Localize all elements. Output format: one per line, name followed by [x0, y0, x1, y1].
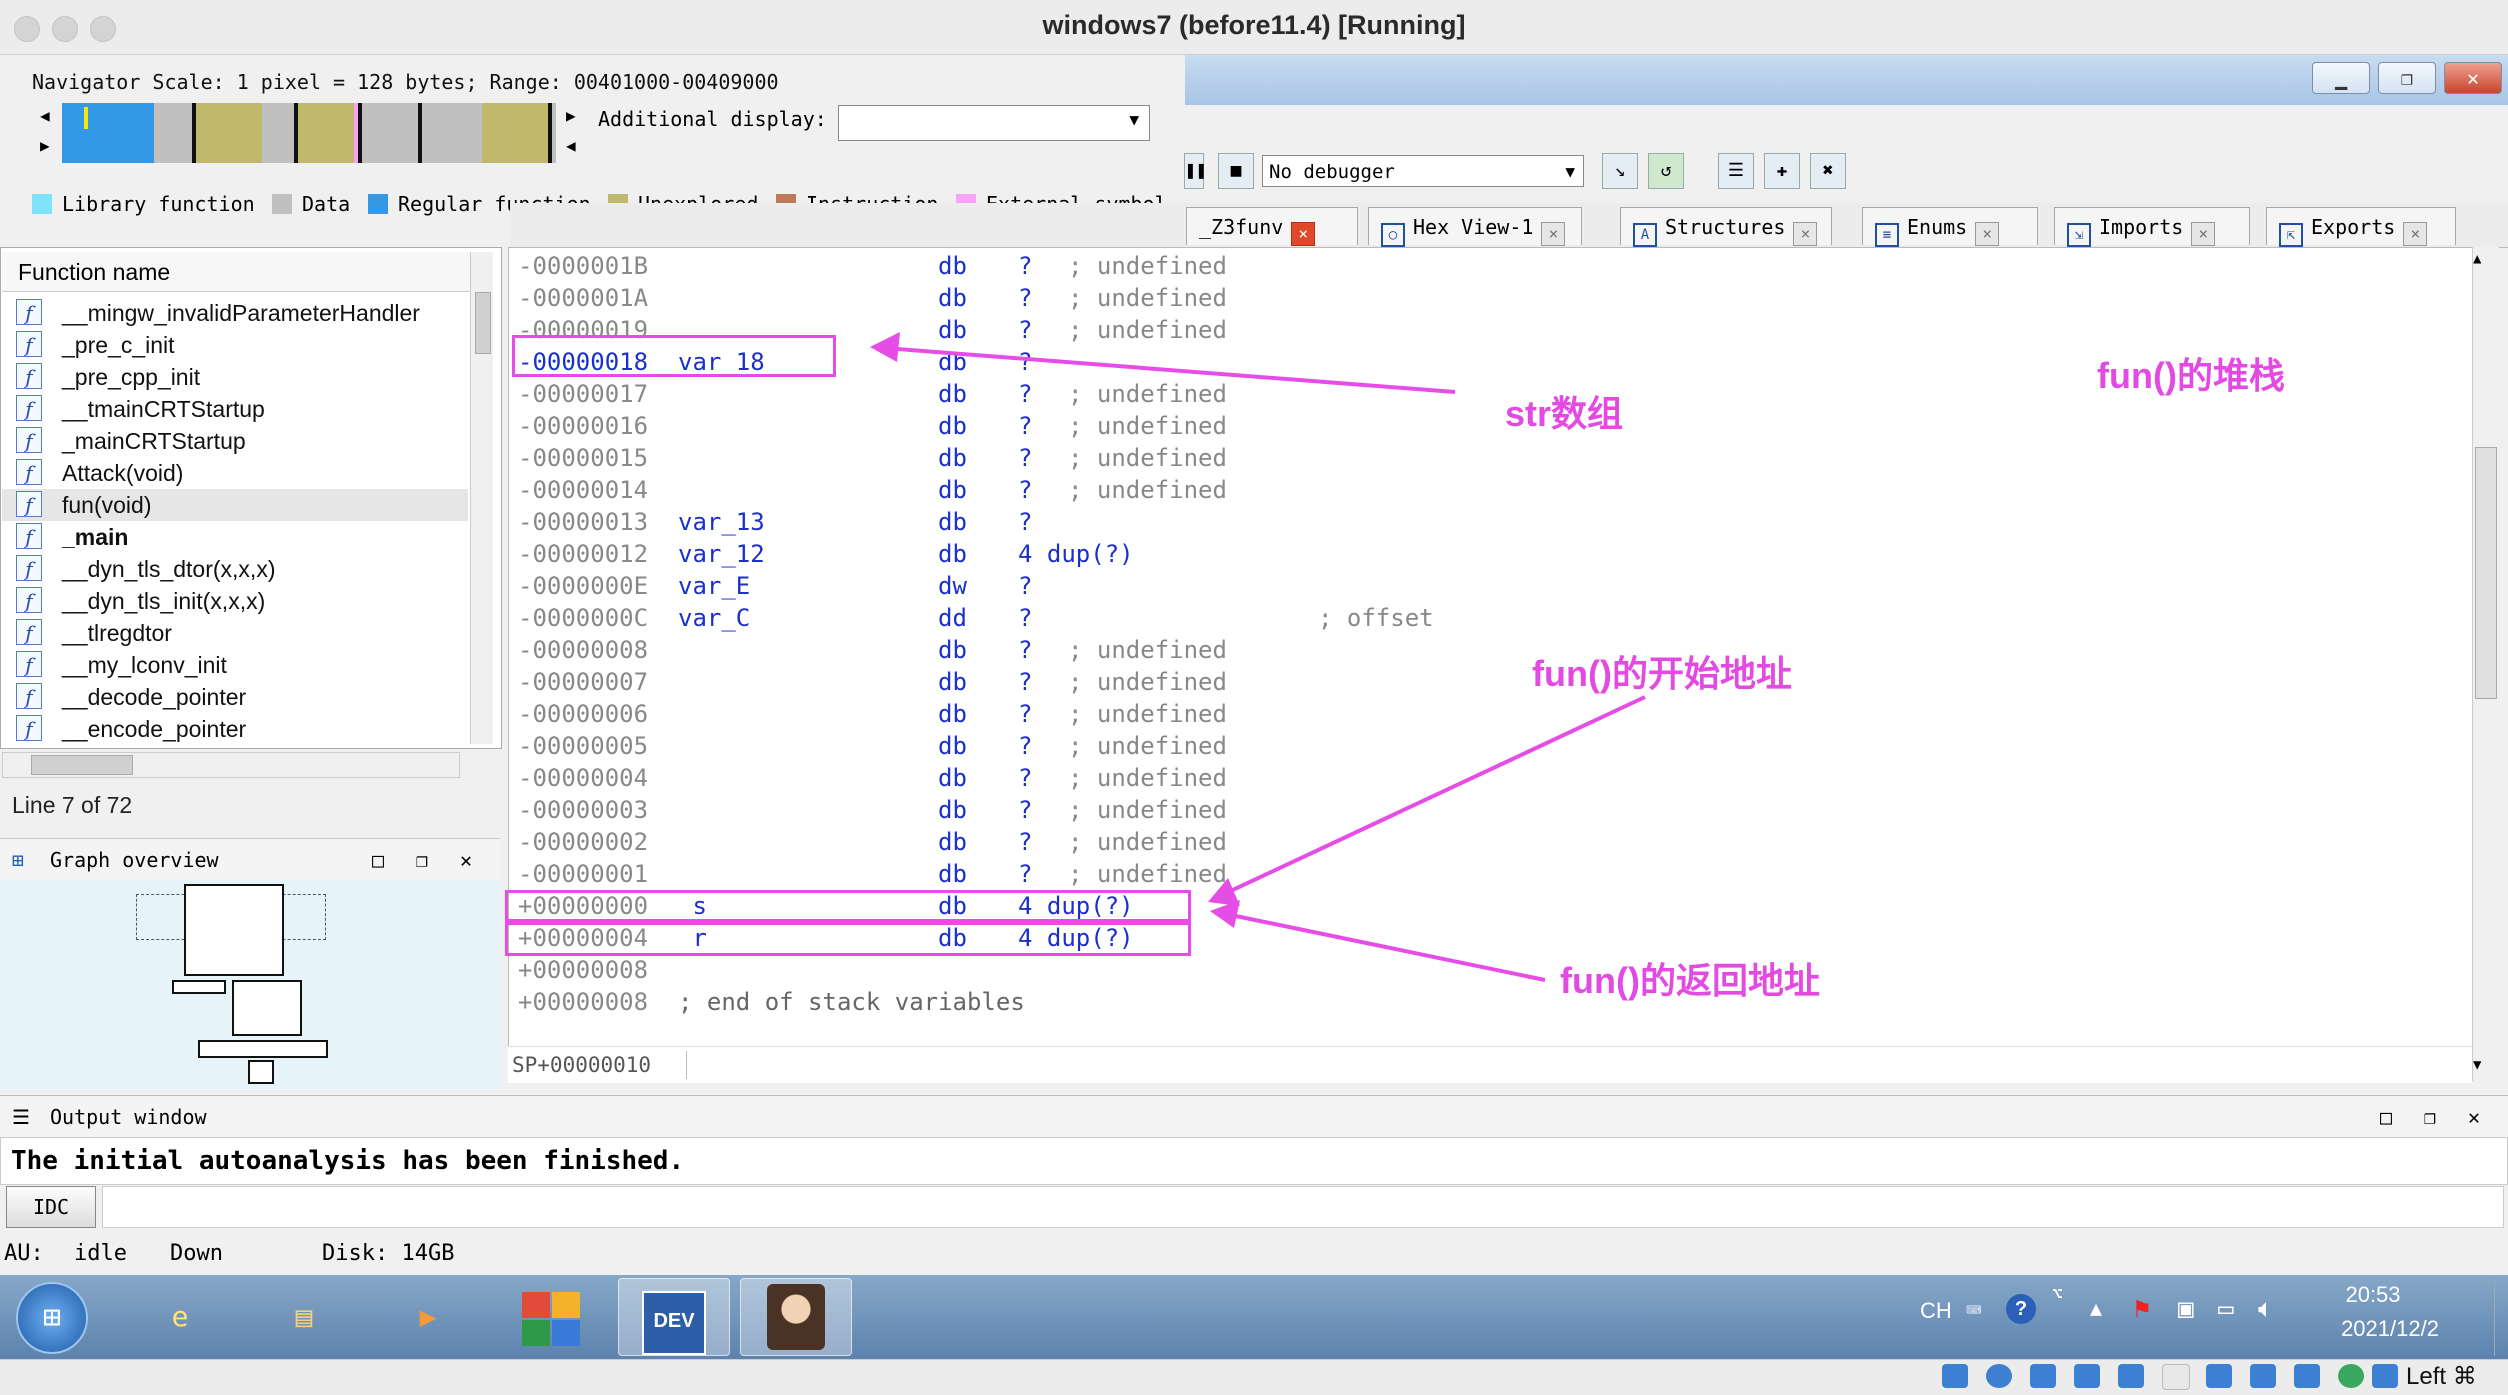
clock-date[interactable]: 2021/12/2	[2330, 1316, 2450, 1342]
vbox-audio-icon[interactable]	[2030, 1364, 2056, 1388]
file-explorer-icon[interactable]: ▤	[248, 1278, 360, 1356]
media-player-icon[interactable]: ▶	[372, 1278, 484, 1356]
keyboard-icon[interactable]: ⌨	[1966, 1296, 1982, 1326]
arrow-fun-start	[1221, 695, 1646, 897]
vbox-display-icon[interactable]	[2206, 1364, 2232, 1388]
annotation-str-array: str数组	[1505, 393, 1624, 434]
annotation-fun-return: fun()的返回地址	[1560, 960, 1820, 1001]
maximize-icon[interactable]: □	[2380, 1096, 2392, 1138]
device-icon[interactable]: ▣	[2178, 1294, 2194, 1324]
status-disk: Disk: 14GB	[322, 1241, 455, 1266]
idc-command-input[interactable]	[102, 1186, 2504, 1228]
arrow-str-array	[883, 346, 1456, 394]
ime-settings-icon[interactable]: ⌥	[2052, 1284, 2063, 1305]
annotation-fun-start: fun()的开始地址	[1532, 653, 1792, 694]
output-window-icon: ☰	[12, 1105, 30, 1129]
vbox-keyboard-icon[interactable]	[2372, 1364, 2398, 1388]
ida-status-bar: AU: idle Down Disk: 14GB	[0, 1236, 2508, 1272]
help-icon[interactable]: ?	[2006, 1294, 2036, 1324]
close-icon[interactable]: ✕	[2468, 1096, 2480, 1138]
start-button[interactable]: ⊞	[16, 1282, 88, 1354]
vbox-network-icon[interactable]	[2074, 1364, 2100, 1388]
status-direction: Down	[170, 1241, 223, 1266]
volume-icon[interactable]: 🔈︎	[2258, 1294, 2274, 1325]
arrow-fun-return	[1225, 912, 1546, 982]
arrowhead-icon	[870, 332, 900, 362]
chevron-up-icon[interactable]: ▲	[2090, 1296, 2102, 1320]
input-language[interactable]: CH	[1920, 1298, 1952, 1324]
vbox-cpu-icon[interactable]	[2294, 1364, 2320, 1388]
float-icon[interactable]: ❐	[2424, 1096, 2436, 1138]
status-state: idle	[74, 1241, 127, 1266]
clock-time[interactable]: 20:53	[2328, 1282, 2418, 1308]
network-icon[interactable]: ▭	[2218, 1294, 2234, 1324]
ida-app-icon[interactable]	[740, 1278, 852, 1356]
annotation-fun-stack: fun()的堆栈	[2097, 355, 2285, 396]
vbox-storage-icon[interactable]	[1942, 1364, 1968, 1388]
action-center-flag-icon[interactable]: ⚑	[2134, 1294, 2150, 1324]
output-window-header: ☰ Output window □ ❐ ✕	[0, 1095, 2508, 1138]
color-tiles-icon[interactable]	[494, 1278, 606, 1356]
vbox-usb-icon[interactable]	[2118, 1364, 2144, 1388]
output-text: The initial autoanalysis has been finish…	[0, 1137, 2508, 1185]
arrowhead-icon	[1210, 900, 1240, 928]
idc-button[interactable]: IDC	[6, 1186, 96, 1228]
vbox-optical-icon[interactable]	[1986, 1364, 2012, 1388]
dev-cpp-icon[interactable]: DEV	[618, 1278, 730, 1356]
vbox-shared-folder-icon[interactable]	[2162, 1364, 2190, 1390]
show-desktop-button[interactable]	[2494, 1278, 2507, 1356]
vbox-mouse-integration-icon[interactable]	[2338, 1364, 2364, 1388]
vbox-host-key: Left ⌘	[2406, 1363, 2477, 1390]
internet-explorer-icon[interactable]: e	[124, 1278, 236, 1356]
vbox-recording-icon[interactable]	[2250, 1364, 2276, 1388]
